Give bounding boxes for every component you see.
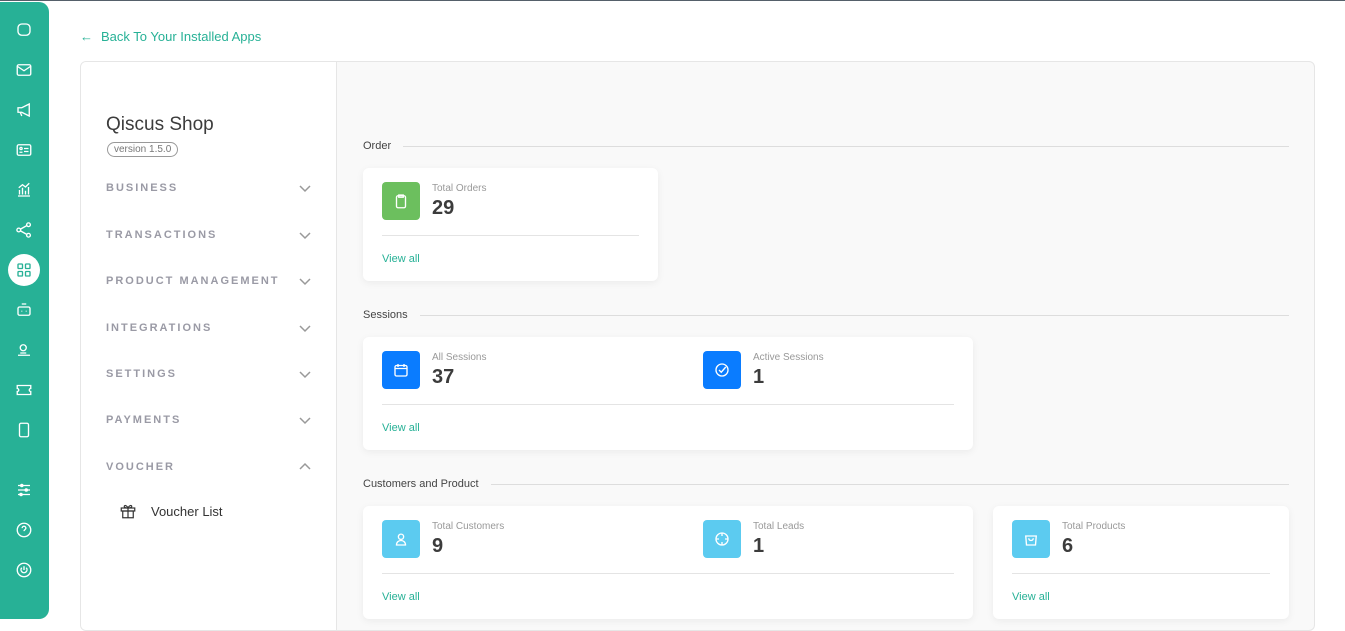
chevron-down-icon	[299, 325, 311, 333]
back-label: Back To Your Installed Apps	[101, 29, 262, 44]
version-badge: version 1.5.0	[107, 142, 179, 157]
analytics-icon[interactable]	[8, 174, 40, 206]
arrow-left-icon: ←	[80, 29, 93, 44]
menu-voucher-list[interactable]: Voucher List	[119, 502, 223, 520]
check-circle-icon	[703, 351, 741, 389]
chevron-down-icon	[299, 417, 311, 425]
megaphone-icon[interactable]	[8, 94, 40, 126]
calendar-icon	[382, 351, 420, 389]
menu-voucher[interactable]: VOUCHER	[106, 461, 311, 473]
view-all-customers[interactable]: View all	[382, 591, 420, 603]
settings-sliders-icon[interactable]	[8, 474, 40, 506]
help-icon[interactable]	[8, 514, 40, 546]
card-customers: Total Customers 9 Total Leads 1 View all	[363, 506, 973, 619]
crosshair-icon	[703, 520, 741, 558]
menu-integrations[interactable]: INTEGRATIONS	[106, 322, 311, 334]
view-all-products[interactable]: View all	[1012, 591, 1050, 603]
section-order: Order	[363, 140, 1289, 152]
app-rail	[0, 2, 49, 619]
mail-icon[interactable]	[8, 54, 40, 86]
card-orders: Total Orders 29 View all	[363, 168, 658, 281]
app-title: Qiscus Shop	[106, 114, 214, 135]
chevron-down-icon	[299, 232, 311, 240]
clipboard-icon	[382, 182, 420, 220]
apps-icon[interactable]	[8, 254, 40, 286]
share-icon[interactable]	[8, 214, 40, 246]
agent-icon[interactable]	[8, 334, 40, 366]
card-products: Total Products 6 View all	[993, 506, 1289, 619]
chevron-down-icon	[299, 371, 311, 379]
back-link[interactable]: ← Back To Your Installed Apps	[80, 29, 261, 44]
shopping-bag-icon	[1012, 520, 1050, 558]
app-panel: Qiscus Shop version 1.5.0 BUSINESS TRANS…	[80, 61, 1315, 631]
chevron-down-icon	[299, 185, 311, 193]
user-icon	[382, 520, 420, 558]
chevron-up-icon	[299, 462, 311, 470]
view-all-orders[interactable]: View all	[382, 253, 420, 265]
section-customers: Customers and Product	[363, 478, 1289, 490]
section-sessions: Sessions	[363, 309, 1289, 321]
contact-card-icon[interactable]	[8, 134, 40, 166]
menu-business[interactable]: BUSINESS	[106, 182, 311, 194]
chat-icon[interactable]	[8, 14, 40, 46]
ticket-icon[interactable]	[8, 374, 40, 406]
menu-transactions[interactable]: TRANSACTIONS	[106, 229, 311, 241]
menu-product-management[interactable]: PRODUCT MANAGEMENT	[106, 275, 311, 287]
view-all-sessions[interactable]: View all	[382, 422, 420, 434]
power-icon[interactable]	[8, 554, 40, 586]
mobile-icon[interactable]	[8, 414, 40, 446]
card-sessions: All Sessions 37 Active Sessions 1 View all	[363, 337, 973, 450]
menu-payments[interactable]: PAYMENTS	[106, 414, 311, 426]
menu-settings[interactable]: SETTINGS	[106, 368, 311, 380]
app-sidebar: Qiscus Shop version 1.5.0 BUSINESS TRANS…	[81, 62, 337, 630]
orders-value: 29	[432, 197, 455, 219]
bot-icon[interactable]	[8, 294, 40, 326]
chevron-down-icon	[299, 278, 311, 286]
gift-icon	[120, 504, 136, 519]
